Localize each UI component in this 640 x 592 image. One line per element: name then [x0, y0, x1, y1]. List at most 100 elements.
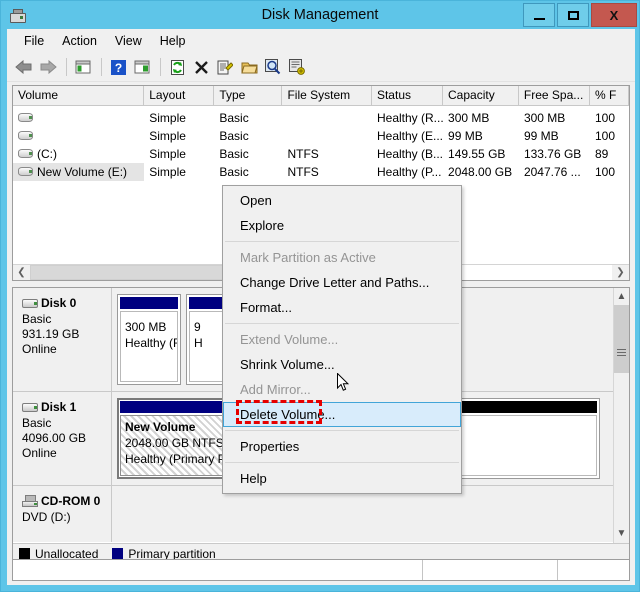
column-header-pctfree[interactable]: % F: [590, 86, 629, 105]
menu-help[interactable]: Help: [151, 31, 195, 52]
disk-size-1: 4096.00 GB: [22, 431, 87, 445]
cell-volume: [13, 127, 144, 145]
column-header-type[interactable]: Type: [214, 86, 283, 105]
properties-icon[interactable]: [214, 56, 236, 78]
cell-freespace: 99 MB: [523, 129, 559, 143]
table-row[interactable]: Simple Basic Healthy (R... 300 MB 300 MB…: [13, 109, 629, 127]
window-controls: X: [521, 1, 639, 29]
minimize-button[interactable]: [523, 3, 555, 27]
status-pane-1: [13, 560, 423, 580]
toolbar-separator: [101, 58, 102, 76]
cell-status: Healthy (R...: [376, 111, 444, 125]
disk-partitions-2: [112, 486, 613, 542]
cell-capacity: 300 MB: [448, 111, 490, 125]
cell-status: Healthy (B...: [376, 147, 444, 161]
table-row[interactable]: Simple Basic Healthy (E... 99 MB 99 MB 1…: [13, 127, 629, 145]
menu-item-explore[interactable]: Explore: [223, 213, 461, 238]
cell-layout: Simple: [149, 111, 186, 125]
menu-item-properties[interactable]: Properties: [223, 434, 461, 459]
volume-icon: [18, 167, 34, 177]
volume-icon: [18, 131, 34, 141]
cdrom-drive-letter: DVD (D:): [22, 510, 71, 524]
column-header-layout[interactable]: Layout: [144, 86, 215, 105]
column-header-volume[interactable]: Volume: [13, 86, 145, 105]
cell-filesystem: NTFS: [287, 165, 319, 179]
cell-freespace: 133.76 GB: [523, 147, 582, 161]
status-bar: [12, 559, 630, 581]
menu-separator: [225, 323, 459, 324]
disk-type-1: Basic: [22, 416, 52, 430]
disk-status-0: Online: [22, 342, 57, 356]
close-button[interactable]: X: [591, 3, 637, 27]
cell-pctfree: 100: [594, 129, 616, 143]
cell-capacity: 149.55 GB: [448, 147, 506, 161]
menu-item-mark-partition-as-active: Mark Partition as Active: [240, 250, 376, 265]
menu-item-help[interactable]: Help: [223, 466, 461, 491]
menu-item-delete-volume[interactable]: Delete Volume...: [223, 400, 461, 427]
partition-status: Healthy (R: [125, 336, 178, 350]
partition-0-0[interactable]: 300 MB Healthy (R: [117, 294, 181, 385]
scroll-up-icon[interactable]: ▲: [614, 288, 629, 305]
help-icon[interactable]: ?: [107, 56, 129, 78]
cell-type: Basic: [219, 147, 249, 161]
cell-freespace: 300 MB: [523, 111, 566, 125]
menu-item-open[interactable]: Open: [223, 188, 461, 213]
menu-separator: [225, 462, 459, 463]
cell-pctfree: 100: [594, 111, 616, 125]
menu-item-format[interactable]: Format...: [223, 295, 461, 320]
refresh-icon[interactable]: [166, 56, 188, 78]
partition-size: 300 MB: [125, 320, 167, 334]
cell-status: Healthy (E...: [376, 129, 444, 143]
column-header-capacity[interactable]: Capacity: [443, 86, 519, 105]
scroll-down-icon[interactable]: ▼: [614, 525, 629, 542]
back-icon[interactable]: [13, 56, 35, 78]
show-hide-console-tree-icon[interactable]: [131, 56, 153, 78]
client-area: File Action View Help ? Volume Layout Ty…: [7, 29, 635, 585]
disk-row-2[interactable]: CD-ROM 0 DVD (D:) No Media: [13, 486, 613, 542]
cdrom-status: No Media: [22, 540, 111, 542]
menu-action[interactable]: Action: [53, 31, 106, 52]
column-header-filesystem[interactable]: File System: [282, 86, 372, 105]
table-row[interactable]: New Volume (E:) Simple Basic NTFS Health…: [13, 163, 629, 181]
cell-status: Healthy (P...: [376, 165, 442, 179]
menu-file[interactable]: File: [15, 31, 53, 52]
open-icon[interactable]: [238, 56, 260, 78]
menu-separator: [225, 241, 459, 242]
title-bar[interactable]: Disk Management X: [1, 1, 639, 29]
column-header-status[interactable]: Status: [372, 86, 444, 105]
cell-type: Basic: [219, 111, 249, 125]
disk-icon: [22, 402, 39, 413]
menu-bar: File Action View Help: [7, 29, 635, 53]
scroll-right-icon[interactable]: ❯: [612, 265, 629, 280]
graphical-view-scrollbar[interactable]: ▲ ▼: [613, 288, 629, 564]
rescan-disks-icon[interactable]: [286, 56, 308, 78]
table-row[interactable]: (C:) Simple Basic NTFS Healthy (B... 149…: [13, 145, 629, 163]
context-menu[interactable]: Open Explore Mark Partition as Active Ch…: [222, 185, 462, 494]
column-header-freespace[interactable]: Free Spa...: [519, 86, 590, 105]
status-pane-3: [558, 560, 629, 580]
menu-item-delete-volume-label: Delete Volume...: [240, 407, 336, 422]
up-one-level-icon[interactable]: [72, 56, 94, 78]
partition-color-bar: [120, 297, 178, 309]
forward-icon[interactable]: [37, 56, 59, 78]
delete-icon[interactable]: [190, 56, 212, 78]
menu-item-change-drive-letter-and-paths[interactable]: Change Drive Letter and Paths...: [223, 270, 461, 295]
disk-name-1: Disk 1: [22, 400, 111, 414]
menu-separator: [225, 430, 459, 431]
cell-capacity: 99 MB: [448, 129, 483, 143]
scroll-thumb[interactable]: [614, 305, 629, 373]
scroll-left-icon[interactable]: ❮: [13, 265, 30, 280]
disk-name-2: CD-ROM 0: [22, 494, 111, 508]
toolbar-separator: [66, 58, 67, 76]
menu-item-shrink-volume[interactable]: Shrink Volume...: [223, 352, 461, 377]
maximize-button[interactable]: [557, 3, 589, 27]
disk-icon: [22, 298, 39, 309]
disk-name-0: Disk 0: [22, 296, 111, 310]
zoom-icon[interactable]: [262, 56, 284, 78]
menu-view[interactable]: View: [106, 31, 151, 52]
disk-status-1: Online: [22, 446, 57, 460]
maximize-icon: [567, 10, 579, 20]
cell-type: Basic: [219, 129, 249, 143]
cdrom-spacer: [22, 525, 111, 540]
disk-size-0: 931.19 GB: [22, 327, 80, 341]
